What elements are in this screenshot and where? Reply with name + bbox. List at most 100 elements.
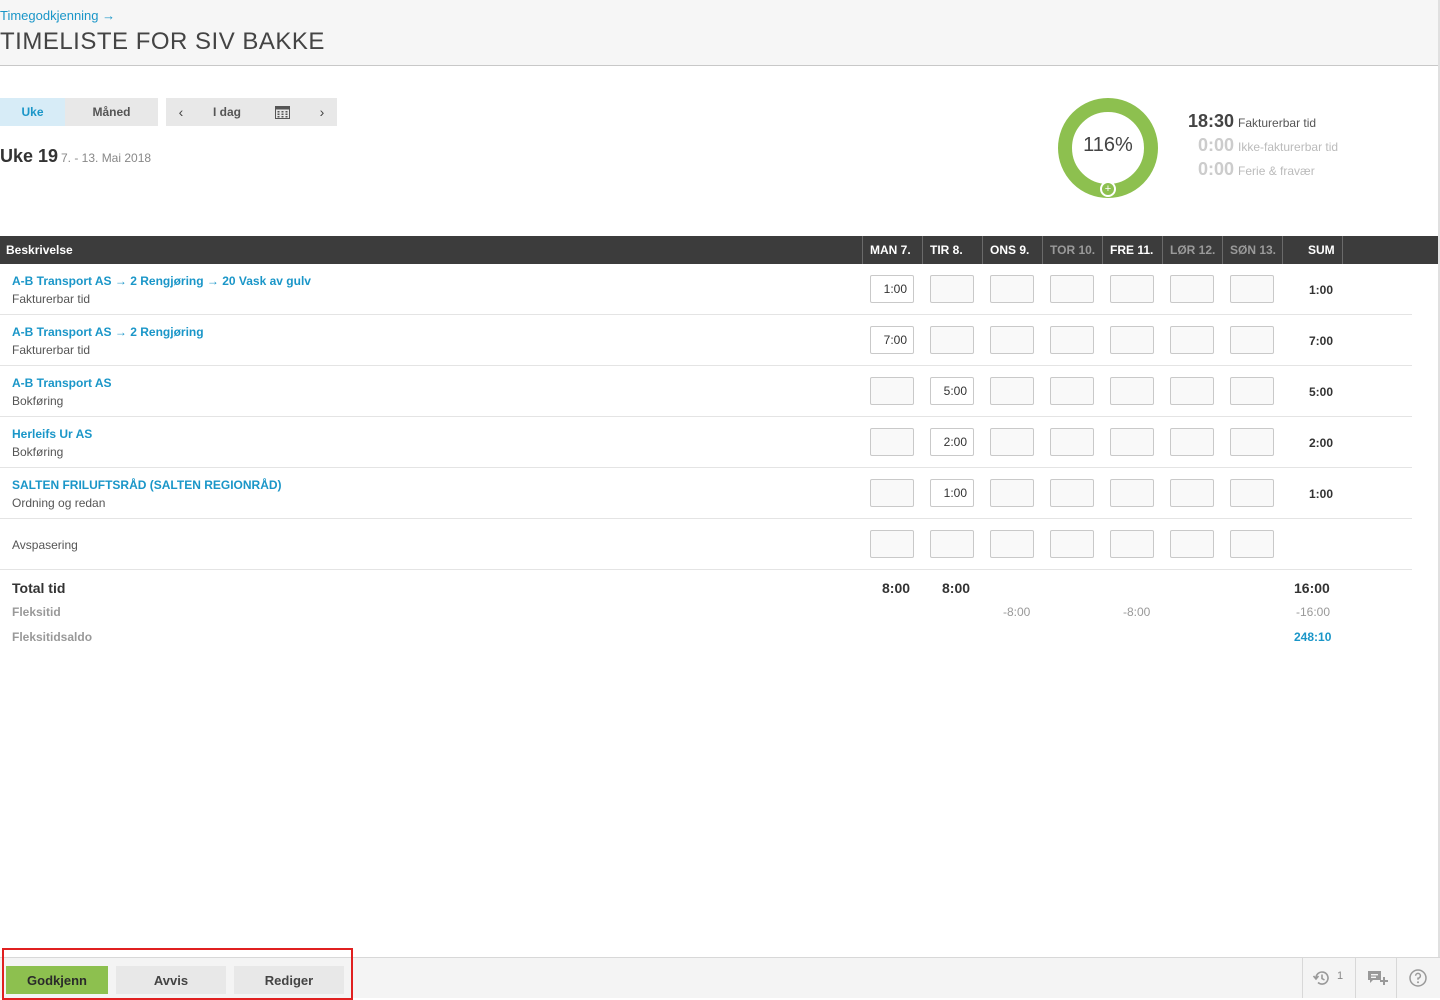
calendar-icon[interactable] [258,105,307,119]
row-title[interactable]: A-B Transport AS [12,376,112,390]
billable-label: Fakturerbar tid [1238,116,1317,130]
row-title[interactable]: A-B Transport AS → 2 Rengjøring [12,325,204,339]
hours-input-mon[interactable]: 1:00 [870,275,914,303]
hours-input-mon[interactable] [870,479,914,507]
hours-input-fri[interactable] [1110,275,1154,303]
hours-input-mon[interactable]: 7:00 [870,326,914,354]
hours-input-wed[interactable] [990,428,1034,456]
row-title[interactable]: A-B Transport AS → 2 Rengjøring → 20 Vas… [12,274,311,288]
hours-input-wed[interactable] [990,479,1034,507]
hours-input-sun[interactable] [1230,530,1274,558]
reject-button[interactable]: Avvis [116,966,226,994]
nonbillable-stat: 0:00 Ikke-fakturerbar tid [1198,135,1338,156]
utilization-percent: 116% [1083,134,1133,156]
header-day-sun: SØN 13. [1222,236,1282,264]
approve-button[interactable]: Godkjenn [6,966,108,994]
donut-plus-icon[interactable]: + [1100,181,1116,197]
hours-input-fri[interactable] [1110,428,1154,456]
header-day-sat: LØR 12. [1162,236,1222,264]
hours-input-tue[interactable] [930,275,974,303]
hours-input-thu[interactable] [1050,377,1094,405]
view-week-button[interactable]: Uke [0,98,65,126]
timesheet-row: A-B Transport AS Bokføring 5:00 5:00 [0,366,1412,417]
total-time-label: Total tid [12,580,66,596]
hours-input-sat[interactable] [1170,275,1214,303]
timesheet-row: A-B Transport AS → 2 Rengjøring → 20 Vas… [0,264,1412,315]
hours-input-sun[interactable] [1230,326,1274,354]
row-subtitle: Bokføring [12,445,64,459]
add-comment-icon[interactable] [1366,968,1388,993]
hours-input-wed[interactable] [990,530,1034,558]
row-title[interactable]: SALTEN FRILUFTSRÅD (SALTEN REGIONRÅD) [12,478,282,492]
hours-input-mon[interactable] [870,377,914,405]
header-end-divider [1342,236,1343,264]
hours-input-sun[interactable] [1230,275,1274,303]
row-subtitle: Fakturerbar tid [12,292,91,306]
hours-input-mon[interactable] [870,530,914,558]
flex-wed: -8:00 [1003,605,1031,619]
header-day-thu: TOR 10. [1042,236,1102,264]
row-sum: 2:00 [1308,436,1334,450]
today-button[interactable]: I dag [196,105,258,119]
hours-input-thu[interactable] [1050,530,1094,558]
hours-input-thu[interactable] [1050,275,1094,303]
timesheet-row: Herleifs Ur AS Bokføring 2:00 2:00 [0,417,1412,468]
header-description: Beskrivelse [6,243,73,257]
hours-input-sat[interactable] [1170,377,1214,405]
timesheet-row-time-off: Avspasering [0,519,1412,570]
row-subtitle: Fakturerbar tid [12,343,91,357]
hours-input-tue[interactable] [930,326,974,354]
header-day-tue: TIR 8. [922,236,982,264]
leave-label: Ferie & fravær [1238,164,1315,178]
hours-input-tue[interactable]: 2:00 [930,428,974,456]
hours-input-wed[interactable] [990,326,1034,354]
page-header: Timegodkjenning → TIMELISTE FOR SIV BAKK… [0,0,1440,66]
hours-input-thu[interactable] [1050,428,1094,456]
hours-input-fri[interactable] [1110,377,1154,405]
hours-input-fri[interactable] [1110,326,1154,354]
nonbillable-label: Ikke-fakturerbar tid [1238,140,1339,154]
timesheet-row: A-B Transport AS → 2 Rengjøring Fakturer… [0,315,1412,366]
footer-divider [1396,958,1397,998]
hours-input-sun[interactable] [1230,377,1274,405]
row-subtitle: Ordning og redan [12,496,106,510]
nonbillable-value: 0:00 [1198,135,1235,155]
total-sum: 16:00 [1294,580,1330,596]
next-week-button[interactable]: › [307,104,337,120]
total-tue: 8:00 [942,580,971,596]
row-sum: 7:00 [1308,334,1334,348]
timesheet-row: SALTEN FRILUFTSRÅD (SALTEN REGIONRÅD) Or… [0,468,1412,519]
hours-input-wed[interactable] [990,275,1034,303]
hours-input-sat[interactable] [1170,428,1214,456]
hours-input-tue[interactable]: 1:00 [930,479,974,507]
hours-input-fri[interactable] [1110,530,1154,558]
flex-balance-value[interactable]: 248:10 [1294,630,1331,644]
hours-input-wed[interactable] [990,377,1034,405]
hours-input-sat[interactable] [1170,326,1214,354]
hours-input-sun[interactable] [1230,479,1274,507]
hours-input-tue[interactable] [930,530,974,558]
row-title[interactable]: Herleifs Ur AS [12,427,92,441]
hours-input-mon[interactable] [870,428,914,456]
hours-input-sat[interactable] [1170,530,1214,558]
edit-button[interactable]: Rediger [234,966,344,994]
prev-week-button[interactable]: ‹ [166,104,196,120]
hours-input-thu[interactable] [1050,326,1094,354]
date-navigation: ‹ I dag › [166,98,337,126]
hours-input-sun[interactable] [1230,428,1274,456]
week-date-range: 7. - 13. Mai 2018 [61,151,152,165]
page-title: TIMELISTE FOR SIV BAKKE [0,28,325,55]
breadcrumb[interactable]: Timegodkjenning → [0,8,115,23]
header-day-wed: ONS 9. [982,236,1042,264]
flex-time-label: Fleksitid [12,605,61,619]
history-icon[interactable] [1312,968,1332,993]
footer-divider [1355,958,1356,998]
view-month-button[interactable]: Måned [65,98,158,126]
help-icon[interactable] [1408,968,1428,993]
hours-input-thu[interactable] [1050,479,1094,507]
hours-input-sat[interactable] [1170,479,1214,507]
row-sum: 1:00 [1308,487,1334,501]
hours-input-tue[interactable]: 5:00 [930,377,974,405]
hours-input-fri[interactable] [1110,479,1154,507]
header-day-fri: FRE 11. [1102,236,1162,264]
